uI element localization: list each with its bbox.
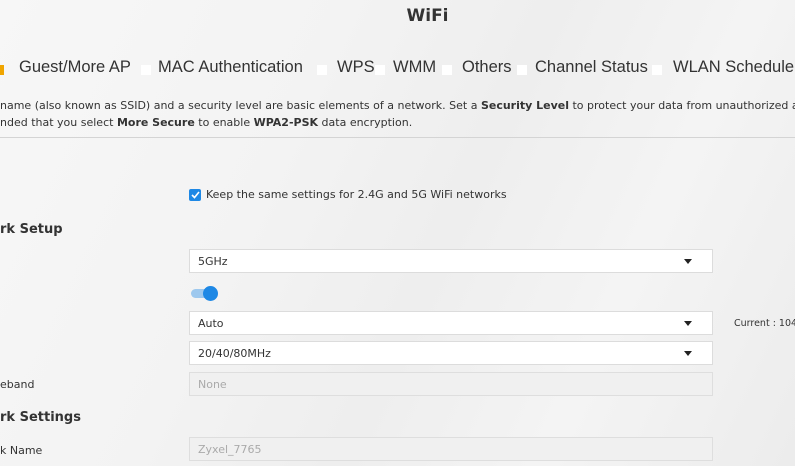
tab-separator [317, 65, 327, 75]
toggle-knob [203, 286, 218, 301]
tab-wmm[interactable]: WMM [393, 58, 436, 77]
tab-channel-status[interactable]: Channel Status [535, 58, 648, 77]
tab-separator [652, 65, 662, 75]
tab-active-marker [0, 65, 4, 75]
network-setup-heading: rk Setup [0, 222, 63, 237]
keep-same-settings-label: Keep the same settings for 2.4G and 5G W… [206, 188, 507, 201]
divider [0, 137, 795, 138]
band-select[interactable]: 5GHz [189, 249, 713, 273]
tab-guest-more-ap[interactable]: Guest/More AP [19, 58, 131, 77]
dropdown-arrow-icon [684, 321, 692, 326]
wifi-enable-toggle[interactable] [191, 286, 219, 302]
network-settings-heading: rk Settings [0, 410, 81, 425]
current-channel-text: Current : 104 [734, 318, 795, 329]
description: name (also known as SSID) and a security… [0, 99, 795, 129]
bandwidth-select[interactable]: 20/40/80MHz [189, 341, 713, 365]
checkmark-icon [190, 190, 200, 199]
keep-same-settings-checkbox[interactable] [189, 188, 201, 201]
network-name-value: Zyxel_7765 [198, 442, 262, 456]
tab-wlan-scheduler[interactable]: WLAN Scheduler [673, 58, 795, 77]
tab-separator [442, 65, 452, 75]
tab-others[interactable]: Others [462, 58, 512, 77]
network-name-field: Zyxel_7765 [189, 437, 713, 461]
tab-separator [375, 65, 385, 75]
dropdown-arrow-icon [684, 259, 692, 264]
network-name-label: k Name [0, 444, 43, 457]
sideband-label: eband [0, 378, 35, 391]
band-select-value: 5GHz [198, 254, 228, 268]
channel-select[interactable]: Auto [189, 311, 713, 335]
channel-select-value: Auto [198, 316, 224, 330]
tab-mac-authentication[interactable]: MAC Authentication [158, 58, 303, 77]
sideband-field: None [189, 372, 713, 396]
bandwidth-select-value: 20/40/80MHz [198, 346, 271, 360]
keep-same-settings-row: Keep the same settings for 2.4G and 5G W… [189, 188, 507, 201]
dropdown-arrow-icon [684, 351, 692, 356]
tab-separator [517, 65, 527, 75]
tab-wps[interactable]: WPS [337, 58, 375, 77]
sideband-value: None [198, 377, 227, 391]
tab-separator [141, 65, 151, 75]
page-title: WiFi [406, 6, 449, 26]
